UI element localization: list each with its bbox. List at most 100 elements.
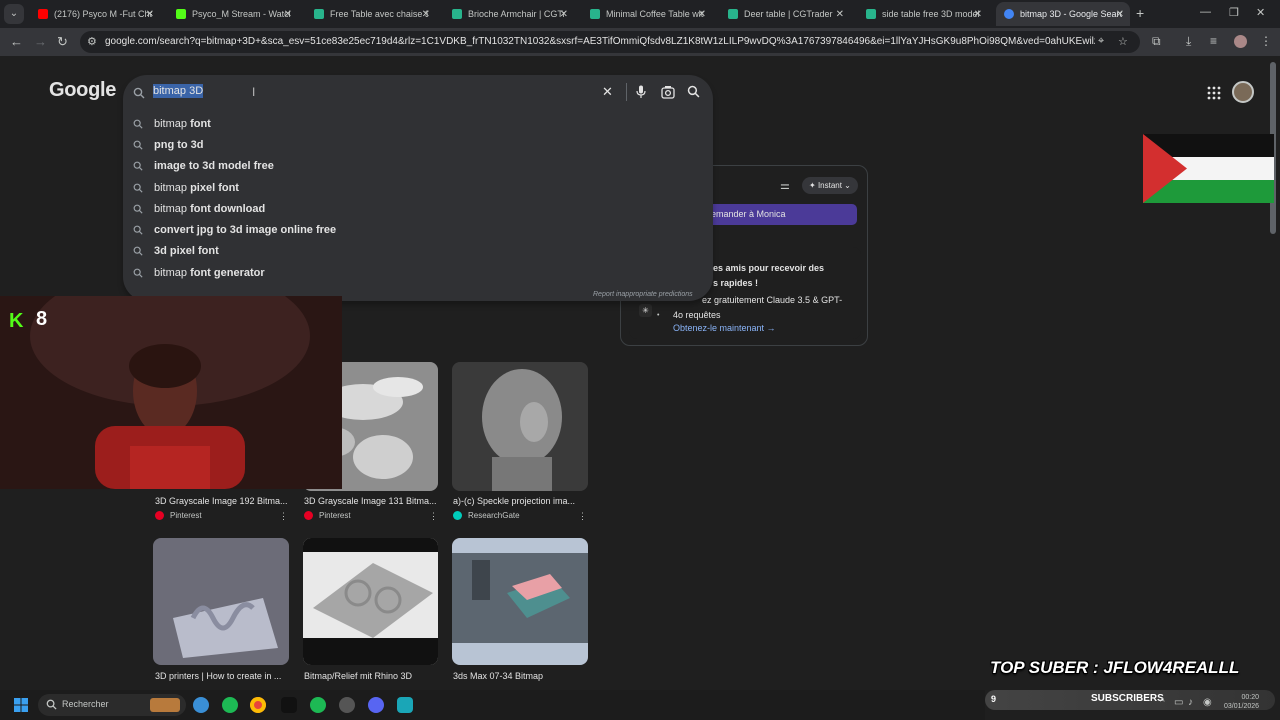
suggestion-item[interactable]: bitmap font bbox=[123, 113, 713, 134]
suggestion-item[interactable]: image to 3d model free bbox=[123, 156, 713, 177]
clear-search-icon[interactable]: ✕ bbox=[602, 84, 613, 100]
close-tab-icon[interactable]: ✕ bbox=[560, 9, 568, 20]
result-source[interactable]: Pinterest bbox=[304, 511, 351, 520]
bookmark-star-icon[interactable]: ☆ bbox=[1118, 35, 1128, 48]
location-icon[interactable]: ⌖ bbox=[1098, 35, 1104, 48]
tab-search-button[interactable]: ⌄ bbox=[4, 4, 24, 24]
reload-icon[interactable]: ↻ bbox=[57, 34, 68, 50]
researchgate-icon bbox=[453, 511, 462, 520]
search-submit-icon[interactable] bbox=[687, 85, 700, 98]
restore-icon[interactable]: ❐ bbox=[1229, 6, 1239, 19]
menu-icon[interactable]: ⋮ bbox=[1260, 34, 1272, 48]
result-caption[interactable]: 3D Grayscale Image 131 Bitma... bbox=[304, 496, 437, 506]
chrome-icon[interactable] bbox=[250, 697, 266, 713]
cgtrader-icon bbox=[728, 9, 738, 19]
result-thumbnail-4[interactable] bbox=[153, 538, 289, 665]
divider bbox=[626, 83, 627, 101]
tiktok-icon[interactable] bbox=[281, 697, 297, 713]
close-tab-icon[interactable]: ✕ bbox=[146, 9, 154, 20]
close-tab-icon[interactable]: ✕ bbox=[1116, 9, 1124, 20]
ask-monica-button[interactable]: emander à Monica bbox=[693, 204, 857, 225]
tab-7[interactable]: side table free 3D model ✕ bbox=[858, 2, 988, 26]
search-icon bbox=[133, 161, 143, 171]
back-icon[interactable]: ← bbox=[10, 34, 23, 49]
tab-5[interactable]: Minimal Coffee Table with ✕ bbox=[582, 2, 712, 26]
network-icon[interactable]: ◉ bbox=[1203, 697, 1212, 708]
google-apps-icon[interactable] bbox=[1207, 86, 1221, 105]
search-input[interactable]: bitmap 3D bbox=[153, 84, 204, 98]
suggestion-item[interactable]: bitmap pixel font bbox=[123, 177, 713, 198]
result-thumbnail-6[interactable] bbox=[452, 538, 588, 665]
settings-sliders-icon[interactable]: ⚌ bbox=[780, 179, 790, 192]
close-tab-icon[interactable]: ✕ bbox=[284, 9, 292, 20]
close-tab-icon[interactable]: ✕ bbox=[422, 9, 430, 20]
app-icon[interactable] bbox=[397, 697, 413, 713]
kick-icon bbox=[176, 9, 186, 19]
site-info-icon[interactable]: ⚙ bbox=[87, 35, 97, 48]
spotify-icon[interactable] bbox=[222, 697, 238, 713]
tab-2[interactable]: Psyco_M Stream - Watch ✕ bbox=[168, 2, 298, 26]
profile-avatar[interactable] bbox=[1234, 35, 1247, 48]
media-control-icon[interactable]: ≡ bbox=[1210, 34, 1217, 48]
obs-icon[interactable] bbox=[339, 697, 355, 713]
google-lens-icon[interactable] bbox=[661, 85, 675, 99]
tab-4[interactable]: Brioche Armchair | CGTrad ✕ bbox=[444, 2, 574, 26]
google-account-avatar[interactable] bbox=[1232, 81, 1254, 103]
more-options-icon[interactable]: ⋮ bbox=[578, 511, 587, 522]
chevron-up-icon[interactable]: ^ bbox=[1160, 697, 1165, 708]
tab-1[interactable]: (2176) Psyco M -Fut Cham ✕ bbox=[30, 2, 160, 26]
suggestion-item[interactable]: bitmap font generator bbox=[123, 262, 713, 283]
result-source[interactable]: ResearchGate bbox=[453, 511, 520, 520]
tab-strip: ⌄ (2176) Psyco M -Fut Cham ✕ Psyco_M Str… bbox=[0, 0, 1280, 28]
instant-dropdown[interactable]: ✦ Instant ⌄ bbox=[802, 177, 858, 194]
result-thumbnail-5[interactable] bbox=[303, 538, 438, 665]
search-icon bbox=[133, 225, 143, 235]
taskbar-search[interactable]: Rechercher bbox=[38, 694, 186, 716]
google-logo[interactable]: Google bbox=[49, 79, 116, 102]
extensions-icon[interactable]: ⧉ bbox=[1152, 34, 1161, 49]
volume-icon[interactable]: ♪ bbox=[1188, 697, 1193, 708]
search-autocomplete-panel: bitmap 3D I ✕ bitmap font png to 3d imag… bbox=[123, 75, 713, 301]
result-caption[interactable]: a)-(c) Speckle projection ima... bbox=[453, 496, 575, 506]
result-caption[interactable]: 3D printers | How to create in ... bbox=[155, 671, 281, 681]
windows-start-icon[interactable] bbox=[14, 698, 28, 712]
download-icon[interactable]: ⤓ bbox=[1186, 34, 1191, 49]
report-predictions-link[interactable]: Report inappropriate predictions bbox=[593, 291, 693, 298]
spotify-icon-2[interactable] bbox=[310, 697, 326, 713]
result-caption[interactable]: 3D Grayscale Image 192 Bitma... bbox=[155, 496, 288, 506]
close-tab-icon[interactable]: ✕ bbox=[698, 9, 706, 20]
tab-3[interactable]: Free Table avec chaise 3D ✕ bbox=[306, 2, 436, 26]
discord-icon[interactable] bbox=[368, 697, 384, 713]
sparkle-icon: ✦ bbox=[809, 181, 818, 190]
get-it-now-link[interactable]: Obtenez-le maintenant → bbox=[673, 323, 776, 333]
tab-6[interactable]: Deer table | CGTrader ✕ bbox=[720, 2, 850, 26]
close-tab-icon[interactable]: ✕ bbox=[974, 9, 982, 20]
result-source[interactable]: Pinterest bbox=[155, 511, 202, 520]
forward-icon[interactable]: → bbox=[34, 34, 47, 49]
search-icon bbox=[46, 699, 57, 710]
minimize-icon[interactable]: — bbox=[1200, 6, 1211, 18]
system-clock[interactable]: 00:20 03/01/2026 bbox=[1224, 693, 1259, 711]
new-tab-button[interactable]: + bbox=[1136, 5, 1144, 21]
more-options-icon[interactable]: ⋮ bbox=[279, 511, 288, 522]
microphone-icon[interactable] bbox=[635, 85, 647, 99]
close-tab-icon[interactable]: ✕ bbox=[836, 9, 844, 20]
more-options-icon[interactable]: ⋮ bbox=[429, 511, 438, 522]
close-window-icon[interactable]: ✕ bbox=[1256, 6, 1265, 19]
suggestion-item[interactable]: png to 3d bbox=[123, 134, 713, 155]
suggestion-item[interactable]: convert jpg to 3d image online free bbox=[123, 219, 713, 240]
text-cursor-icon: I bbox=[252, 85, 256, 99]
address-bar[interactable]: ⚙ google.com/search?q=bitmap+3D+&sca_esv… bbox=[80, 31, 1140, 53]
edge-icon[interactable] bbox=[193, 697, 209, 713]
search-icon bbox=[133, 204, 143, 214]
windows-taskbar: Rechercher bbox=[0, 690, 985, 720]
result-thumbnail-3[interactable] bbox=[452, 362, 588, 491]
monitor-icon[interactable]: ▭ bbox=[1174, 697, 1183, 708]
result-caption[interactable]: Bitmap/Relief mit Rhino 3D bbox=[304, 671, 412, 681]
tab-8-active[interactable]: bitmap 3D - Google Search ✕ bbox=[996, 2, 1130, 26]
suggestion-item[interactable]: 3d pixel font bbox=[123, 241, 713, 262]
google-icon bbox=[1004, 9, 1014, 19]
result-caption[interactable]: 3ds Max 07-34 Bitmap bbox=[453, 671, 543, 681]
kick-logo: K bbox=[9, 310, 24, 332]
suggestion-item[interactable]: bitmap font download bbox=[123, 198, 713, 219]
